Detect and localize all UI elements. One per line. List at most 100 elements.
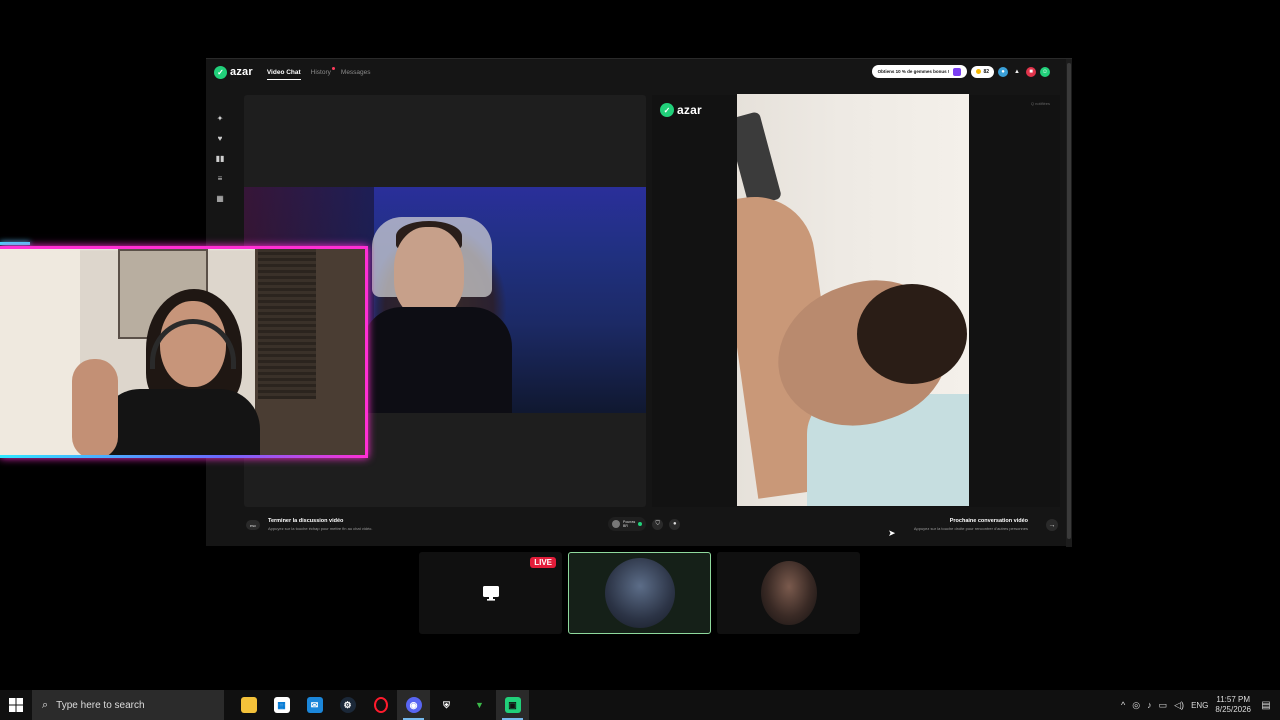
partner-info-pill[interactable]: Pourras BR xyxy=(608,517,647,531)
grid-icon[interactable]: ▦ xyxy=(216,195,224,203)
azar-taskbar-icon[interactable]: ▣ xyxy=(496,690,529,720)
live-badge: LIVE xyxy=(530,557,556,568)
mouse-cursor-icon: ➤ xyxy=(888,528,896,538)
monitor-icon xyxy=(482,586,499,601)
clock[interactable]: 11:57 PM 8/25/2026 xyxy=(1215,695,1251,715)
azar-logo-text: azar xyxy=(230,66,253,78)
file-explorer-icon[interactable] xyxy=(232,690,265,720)
source-switcher: LIVE xyxy=(419,552,861,634)
facecam-hand xyxy=(72,359,118,455)
gems-count: 82 xyxy=(983,68,989,75)
profile-avatar[interactable]: ☺ xyxy=(1040,66,1050,77)
partner-panel-logo: ✓ azar xyxy=(660,103,702,117)
source-card-camera[interactable] xyxy=(717,552,860,634)
azar-logo-text: azar xyxy=(677,103,702,117)
tab-messages[interactable]: Messages xyxy=(341,69,371,76)
tab-history[interactable]: History xyxy=(310,66,335,76)
streamer-face xyxy=(394,227,464,317)
security-icon[interactable]: ⛨ xyxy=(430,690,463,720)
webcam-tray-icon[interactable]: ◎ xyxy=(1132,700,1140,711)
pause-icon[interactable]: ▮▮ xyxy=(216,155,225,163)
network-icon[interactable]: ▭ xyxy=(1159,700,1168,711)
facecam-body xyxy=(100,389,260,455)
tab-history-label: History xyxy=(310,68,331,76)
room-wall xyxy=(0,249,80,455)
start-button[interactable] xyxy=(0,690,32,720)
clock-time: 11:57 PM xyxy=(1216,695,1251,704)
window-shutter xyxy=(258,249,316,399)
list-icon[interactable]: ≡ xyxy=(218,175,223,183)
partner-mini-avatar xyxy=(612,520,620,528)
microphone-icon[interactable]: ♪ xyxy=(1147,700,1152,710)
taskbar-search[interactable]: ⌕ Type here to search xyxy=(32,690,224,720)
speaker-icon[interactable]: ◁) xyxy=(1174,700,1184,711)
window-scrollbar[interactable] xyxy=(1066,59,1072,547)
chevron-up-icon[interactable]: ^ xyxy=(1121,700,1125,710)
vim-logo-icon: ▼ xyxy=(475,700,484,710)
tab-video-chat[interactable]: Video Chat xyxy=(266,69,301,80)
esc-key-badge[interactable]: esc xyxy=(246,520,260,530)
streamer-body xyxy=(362,307,512,413)
discord-logo-icon: ◉ xyxy=(405,697,422,713)
main-nav: Video Chat History Messages xyxy=(266,66,371,80)
discord-icon[interactable]: ◉ xyxy=(397,690,430,720)
promo-text: Obtiens 10 % de gemmes bonus ! xyxy=(877,69,950,74)
message-button[interactable]: ● xyxy=(669,518,681,530)
partner-tools: Pourras BR ⛉ ● xyxy=(608,517,681,531)
corner-label: Q notifiées xyxy=(1030,101,1050,106)
partner-hair xyxy=(857,284,967,384)
clock-date: 8/25/2026 xyxy=(1215,705,1251,714)
windows-logo-icon xyxy=(9,698,23,712)
system-tray: ^ ◎ ♪ ▭ ◁) ENG 11:57 PM 8/25/2026 ▤ xyxy=(1121,690,1280,720)
search-icon: ⌕ xyxy=(42,698,49,711)
topbar-actions: Obtiens 10 % de gemmes bonus ! 82 ● ▲ ■ … xyxy=(871,65,1050,78)
mail-icon[interactable]: ✉ xyxy=(298,690,331,720)
steam-logo-icon: ⚙ xyxy=(339,697,356,713)
next-arrow-button[interactable]: → xyxy=(1046,519,1058,531)
chat-controls-bar: esc Terminer la discussion vidéo Appuyez… xyxy=(244,515,1060,537)
opera-logo-icon xyxy=(373,697,388,713)
taskbar: ⌕ Type here to search ▦ ✉ ⚙ ◉ ⛨ ▼ ▣ ^ ◎ … xyxy=(0,690,1280,720)
partner-info-text: Pourras BR xyxy=(623,520,635,528)
vim-icon[interactable]: ▼ xyxy=(463,690,496,720)
gem-icon xyxy=(976,69,982,74)
facecam-overlay xyxy=(0,246,368,458)
wand-icon[interactable]: ✦ xyxy=(217,115,224,123)
next-chat-hint: Appuyez sur la touche droite pour rencon… xyxy=(913,526,1028,531)
source-card-avatar[interactable] xyxy=(568,552,711,634)
heart-icon[interactable]: ♥ xyxy=(218,135,223,143)
gems-balance[interactable]: 82 xyxy=(971,65,994,78)
phone-in-hand xyxy=(737,111,783,207)
partner-country: BR xyxy=(623,524,628,528)
flag-icon xyxy=(638,522,643,526)
bell-icon[interactable]: ▲ xyxy=(1012,67,1022,77)
azar-logo-icon: ✓ xyxy=(660,103,674,117)
shop-icon[interactable]: ■ xyxy=(1026,66,1036,77)
azar-app-icon: ▣ xyxy=(504,697,521,713)
app-topbar: ✓ azar Video Chat History Messages Obtie… xyxy=(206,59,1066,85)
partner-camera-feed xyxy=(737,94,969,506)
notification-center-icon[interactable]: ▤ xyxy=(1258,697,1274,713)
azar-logo[interactable]: ✓ azar xyxy=(214,65,253,79)
end-chat-hint: Appuyez sur la touche échap pour mettre … xyxy=(268,526,373,531)
source-card-screen[interactable]: LIVE xyxy=(419,552,562,634)
steam-icon[interactable]: ⚙ xyxy=(331,690,364,720)
camera-thumbnail xyxy=(760,561,817,625)
shield-report-button[interactable]: ⛉ xyxy=(652,518,664,530)
store-icon[interactable]: ▦ xyxy=(265,690,298,720)
overlay-accent-line xyxy=(0,242,30,245)
screen: ✓ azar Video Chat History Messages Obtie… xyxy=(0,0,1280,720)
opera-icon[interactable] xyxy=(364,690,397,720)
end-chat-title[interactable]: Terminer la discussion vidéo xyxy=(268,518,343,524)
gift-icon xyxy=(953,67,962,76)
channel-avatar xyxy=(604,558,675,628)
envelope-icon: ✉ xyxy=(306,697,323,713)
overlay-bottom-line xyxy=(0,455,368,458)
language-indicator[interactable]: ENG xyxy=(1191,701,1208,710)
search-placeholder: Type here to search xyxy=(56,699,145,711)
taskbar-apps: ▦ ✉ ⚙ ◉ ⛨ ▼ ▣ xyxy=(232,690,529,720)
shield-icon: ⛨ xyxy=(443,699,450,710)
gem-bonus-promo-button[interactable]: Obtiens 10 % de gemmes bonus ! xyxy=(871,65,968,78)
next-chat-title[interactable]: Prochaine conversation vidéo xyxy=(950,518,1028,524)
chat-bubble-icon[interactable]: ● xyxy=(998,66,1008,77)
